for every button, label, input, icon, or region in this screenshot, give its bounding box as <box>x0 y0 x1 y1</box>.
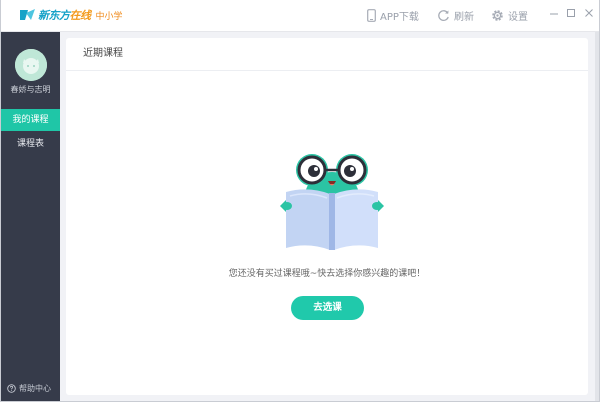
title-bar: 新东方在线 中小学 APP下载 刷新 设置 <box>1 0 599 32</box>
empty-state-message: 您还没有买过课程哦~快去选择你感兴趣的课吧！ <box>228 269 426 279</box>
brand-name-part1: 新东方 <box>38 9 70 22</box>
brand-name: 新东方在线 <box>38 7 91 23</box>
close-icon <box>585 9 593 17</box>
maximize-icon <box>567 9 575 17</box>
help-center-link[interactable]: 帮助中心 <box>7 383 51 394</box>
help-center-label: 帮助中心 <box>19 384 51 393</box>
help-icon <box>7 384 16 393</box>
brand-name-part2: 在线 <box>69 9 92 22</box>
maximize-button[interactable] <box>565 7 577 19</box>
minimize-button[interactable] <box>548 7 560 19</box>
select-course-button[interactable]: 去选课 <box>291 296 364 320</box>
avatar-image <box>15 49 47 81</box>
sidebar: 春娇与志明 我的课程 课程表 帮助中心 <box>1 32 60 401</box>
refresh-label: 刷新 <box>454 12 474 23</box>
app-download-label: APP下载 <box>380 12 419 23</box>
scrollbar[interactable] <box>595 32 599 401</box>
page-title: 近期课程 <box>66 38 588 71</box>
main-panel: 近期课程 您还没有买过课程哦~快去选择你感兴趣的课吧！ 去选课 <box>66 38 588 395</box>
gear-icon <box>492 10 503 21</box>
logo-icon <box>20 9 35 20</box>
sidebar-item-my-courses[interactable]: 我的课程 <box>1 109 60 131</box>
minimize-icon <box>550 13 558 15</box>
brand-subtitle: 中小学 <box>95 11 123 22</box>
refresh-button[interactable]: 刷新 <box>437 8 474 23</box>
close-button[interactable] <box>583 7 595 19</box>
app-download-button[interactable]: APP下载 <box>367 8 419 23</box>
settings-label: 设置 <box>508 12 528 23</box>
avatar[interactable] <box>15 49 47 81</box>
settings-button[interactable]: 设置 <box>491 8 528 23</box>
mascot-reading-icon <box>280 154 384 250</box>
refresh-icon <box>438 10 449 21</box>
app-logo: 新东方在线 中小学 <box>19 7 123 23</box>
sidebar-item-schedule[interactable]: 课程表 <box>1 133 60 155</box>
phone-icon <box>367 9 376 22</box>
username: 春娇与志明 <box>10 85 51 94</box>
